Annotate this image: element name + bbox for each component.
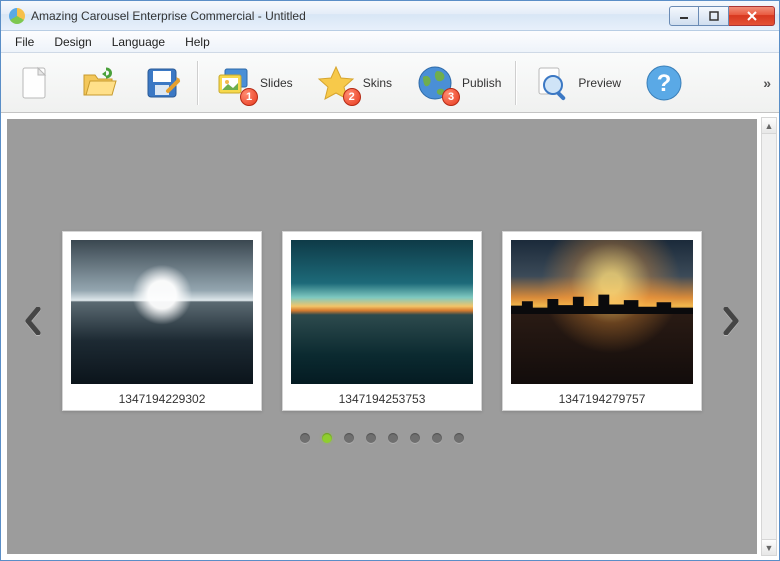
maximize-icon (709, 11, 719, 21)
star-icon: 2 (315, 62, 357, 104)
menu-design[interactable]: Design (44, 33, 101, 51)
help-button[interactable]: ? (639, 59, 689, 107)
slide-thumbnail (291, 240, 473, 384)
save-icon (141, 62, 183, 104)
skins-button[interactable]: 2 Skins (311, 59, 396, 107)
toolbar: 1 Slides 2 Skins 3 Publish (1, 53, 779, 113)
preview-button[interactable]: Preview (526, 59, 625, 107)
toolbar-separator (515, 61, 516, 105)
badge-3: 3 (442, 88, 460, 106)
minimize-icon (679, 11, 689, 21)
slide-card[interactable]: 1347194229302 (62, 231, 262, 411)
toolbar-overflow[interactable]: » (763, 75, 771, 91)
pagination-dot[interactable] (300, 433, 310, 443)
open-button[interactable] (73, 59, 123, 107)
scroll-up-button[interactable]: ▲ (762, 118, 776, 134)
publish-button[interactable]: 3 Publish (410, 59, 505, 107)
badge-1: 1 (240, 88, 258, 106)
slide-card[interactable]: 1347194253753 (282, 231, 482, 411)
svg-text:?: ? (657, 70, 672, 97)
pagination-dot[interactable] (344, 433, 354, 443)
next-arrow[interactable] (720, 305, 742, 337)
carousel-stage: 1347194229302 1347194253753 134719427975… (7, 119, 757, 554)
prev-arrow[interactable] (22, 305, 44, 337)
close-button[interactable] (729, 6, 775, 26)
chevron-left-icon (24, 307, 42, 335)
menu-language[interactable]: Language (102, 33, 175, 51)
slide-card[interactable]: 1347194279757 (502, 231, 702, 411)
slides-icon: 1 (212, 62, 254, 104)
menu-help[interactable]: Help (175, 33, 220, 51)
open-folder-icon (77, 62, 119, 104)
carousel-row: 1347194229302 1347194253753 134719427975… (7, 231, 757, 411)
skins-label: Skins (363, 76, 392, 90)
toolbar-separator (197, 61, 198, 105)
slide-caption: 1347194279757 (511, 384, 693, 406)
window-title: Amazing Carousel Enterprise Commercial -… (31, 9, 669, 23)
new-file-icon (13, 62, 55, 104)
pagination-dot[interactable] (388, 433, 398, 443)
titlebar: Amazing Carousel Enterprise Commercial -… (1, 1, 779, 31)
save-button[interactable] (137, 59, 187, 107)
menu-file[interactable]: File (5, 33, 44, 51)
close-icon (746, 11, 758, 21)
pagination-dot[interactable] (322, 433, 332, 443)
cards-row: 1347194229302 1347194253753 134719427975… (62, 231, 702, 411)
maximize-button[interactable] (699, 6, 729, 26)
app-icon (9, 8, 25, 24)
chevron-right-icon (722, 307, 740, 335)
content-area: 1347194229302 1347194253753 134719427975… (1, 113, 779, 560)
menubar: File Design Language Help (1, 31, 779, 53)
slide-caption: 1347194253753 (291, 384, 473, 406)
minimize-button[interactable] (669, 6, 699, 26)
new-button[interactable] (9, 59, 59, 107)
pagination-dots (300, 433, 464, 443)
slide-caption: 1347194229302 (71, 384, 253, 406)
vertical-scrollbar[interactable]: ▲ ▼ (761, 117, 777, 556)
globe-icon: 3 (414, 62, 456, 104)
badge-2: 2 (343, 88, 361, 106)
magnifier-icon (530, 62, 572, 104)
window-controls (669, 6, 775, 26)
pagination-dot[interactable] (366, 433, 376, 443)
slides-label: Slides (260, 76, 293, 90)
scroll-down-button[interactable]: ▼ (762, 539, 776, 555)
publish-label: Publish (462, 76, 501, 90)
pagination-dot[interactable] (454, 433, 464, 443)
pagination-dot[interactable] (410, 433, 420, 443)
slides-button[interactable]: 1 Slides (208, 59, 297, 107)
pagination-dot[interactable] (432, 433, 442, 443)
help-icon: ? (643, 62, 685, 104)
preview-label: Preview (578, 76, 621, 90)
slide-thumbnail (71, 240, 253, 384)
slide-thumbnail (511, 240, 693, 384)
